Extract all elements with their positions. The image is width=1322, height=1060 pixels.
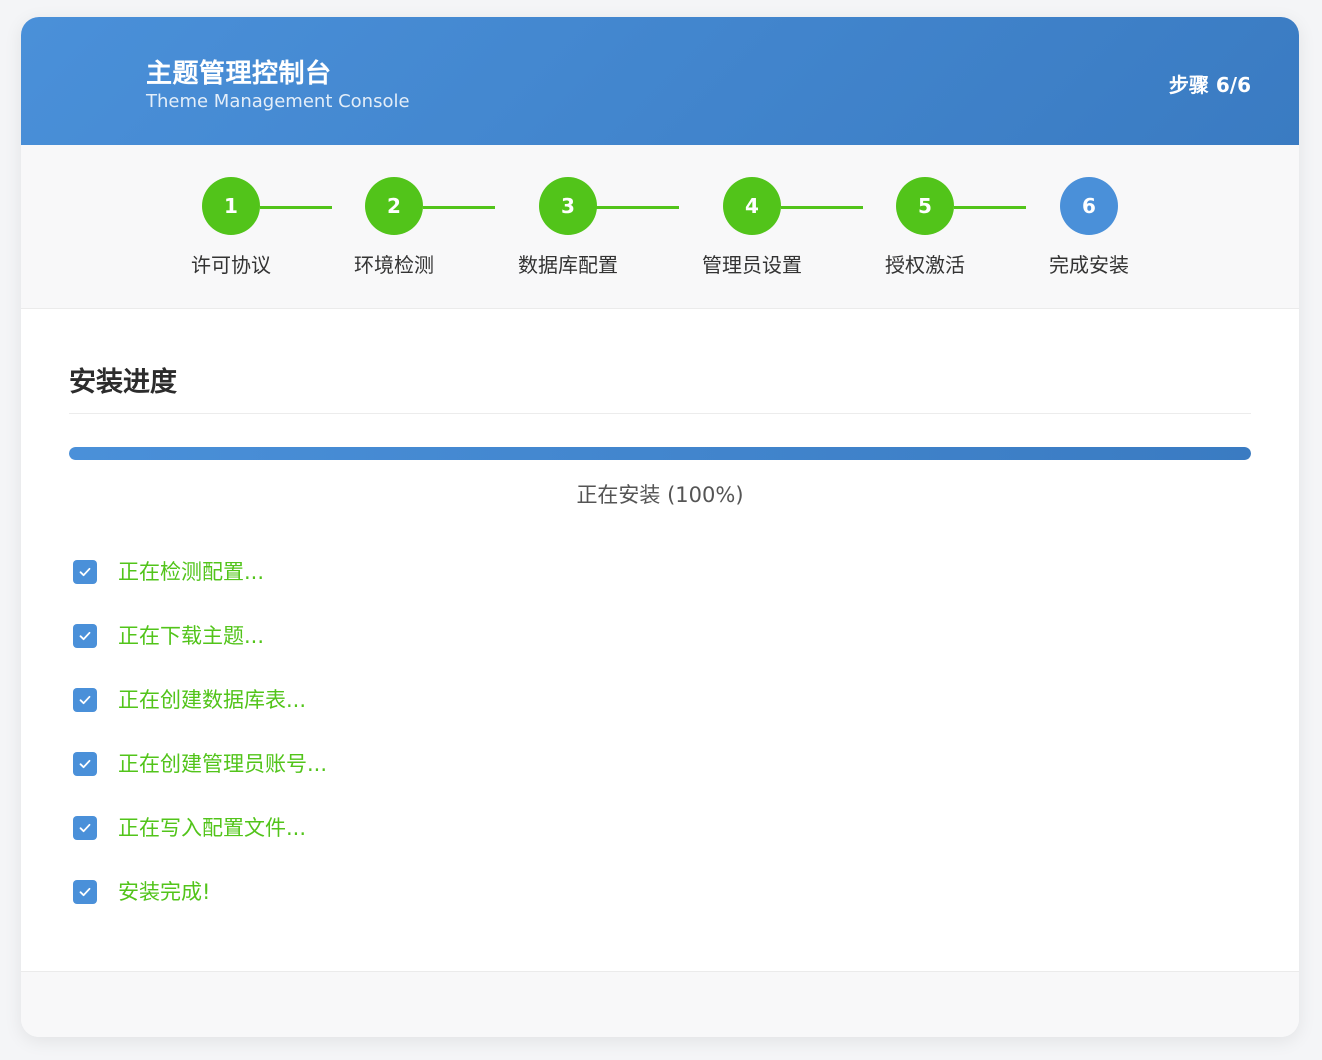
step-2: 2 环境检测 (324, 177, 464, 278)
task-checkbox[interactable] (73, 816, 97, 840)
step-label: 环境检测 (354, 253, 434, 277)
step-number: 6 (1060, 177, 1118, 235)
list-item: 正在写入配置文件... (73, 813, 327, 877)
step-label: 完成安装 (1049, 253, 1129, 277)
step-4: 4 管理员设置 (682, 177, 822, 278)
step-label: 数据库配置 (518, 253, 618, 277)
app-title: 主题管理控制台 (146, 59, 332, 89)
step-number: 4 (723, 177, 781, 235)
task-checkbox[interactable] (73, 624, 97, 648)
section-title: 安装进度 (69, 367, 177, 398)
task-label: 安装完成! (118, 880, 211, 904)
step-number: 2 (365, 177, 423, 235)
check-icon (79, 695, 91, 705)
task-checkbox[interactable] (73, 752, 97, 776)
check-icon (79, 887, 91, 897)
install-progress-bar (69, 447, 1251, 460)
task-label: 正在写入配置文件... (118, 816, 307, 840)
step-label: 许可协议 (191, 253, 271, 277)
task-checkbox[interactable] (73, 688, 97, 712)
step-number: 1 (202, 177, 260, 235)
step-6: 6 完成安装 (1019, 177, 1159, 278)
step-progress-bar: 1 许可协议 2 环境检测 3 数据库配置 4 管理员设置 5 授权激活 6 完… (21, 145, 1299, 309)
task-checkbox[interactable] (73, 560, 97, 584)
progress-status-text: 正在安装 (100%) (576, 483, 744, 507)
footer (21, 971, 1299, 1037)
step-1: 1 许可协议 (161, 177, 301, 278)
progress-bar-fill (69, 447, 1251, 460)
task-list: 正在检测配置... 正在下载主题... 正在创建数据库表... 正在创建管理员账… (73, 557, 327, 941)
step-3: 3 数据库配置 (498, 177, 638, 278)
list-item: 安装完成! (73, 877, 327, 941)
installer-card: 主题管理控制台 Theme Management Console 步骤 6/6 … (21, 17, 1299, 1037)
task-label: 正在检测配置... (118, 560, 265, 584)
header: 主题管理控制台 Theme Management Console 步骤 6/6 (21, 17, 1299, 145)
list-item: 正在创建管理员账号... (73, 749, 327, 813)
check-icon (79, 759, 91, 769)
step-number: 3 (539, 177, 597, 235)
task-label: 正在创建数据库表... (118, 688, 307, 712)
list-item: 正在检测配置... (73, 557, 327, 621)
app-subtitle: Theme Management Console (146, 91, 410, 112)
task-label: 正在下载主题... (118, 624, 265, 648)
check-icon (79, 823, 91, 833)
check-icon (79, 631, 91, 641)
task-checkbox[interactable] (73, 880, 97, 904)
step-label: 管理员设置 (702, 253, 802, 277)
step-label: 授权激活 (885, 253, 965, 277)
task-label: 正在创建管理员账号... (118, 752, 328, 776)
list-item: 正在创建数据库表... (73, 685, 327, 749)
step-number: 5 (896, 177, 954, 235)
list-item: 正在下载主题... (73, 621, 327, 685)
check-icon (79, 567, 91, 577)
divider (69, 413, 1251, 414)
step-5: 5 授权激活 (855, 177, 995, 278)
step-indicator: 步骤 6/6 (1168, 73, 1251, 97)
